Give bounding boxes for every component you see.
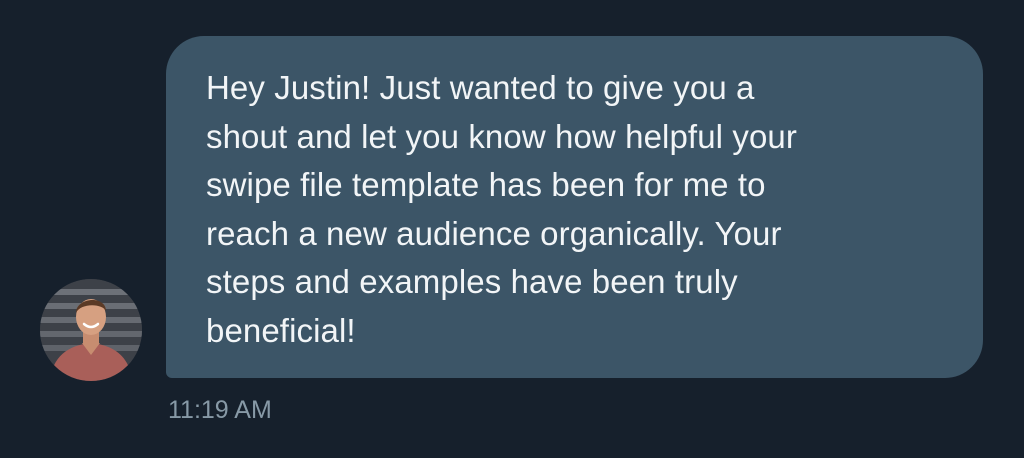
message-thread: Hey Justin! Just wanted to give you a sh…	[0, 0, 1024, 458]
avatar[interactable]	[40, 279, 142, 381]
message-bubble[interactable]: Hey Justin! Just wanted to give you a sh…	[166, 36, 983, 378]
message-timestamp: 11:19 AM	[168, 396, 272, 424]
profile-photo	[40, 279, 142, 381]
message-text: Hey Justin! Just wanted to give you a sh…	[206, 69, 797, 349]
